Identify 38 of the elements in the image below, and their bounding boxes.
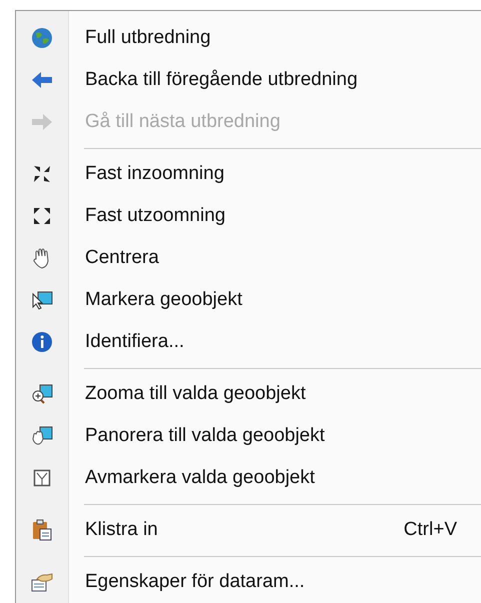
select-cursor-icon [31, 290, 53, 310]
info-icon [31, 331, 53, 353]
menu-item-label: Panorera till valda geoobjekt [85, 425, 325, 447]
clear-selection-icon [33, 469, 51, 487]
menu-item[interactable]: Klistra in Ctrl+V [16, 509, 481, 551]
zoom-to-selection-icon [31, 383, 53, 405]
menu-item-label: Fast utzoomning [85, 205, 226, 227]
zoom-out-arrows-icon [32, 206, 52, 226]
clipboard-icon [32, 519, 52, 541]
back-arrow-icon [31, 71, 53, 89]
menu-item-label: Centrera [85, 247, 159, 269]
menu-item[interactable]: Fast inzoomning [16, 153, 481, 195]
menu-item[interactable]: Full utbredning [16, 17, 481, 59]
menu-item-label: Full utbredning [85, 27, 211, 49]
menu-item-label: Avmarkera valda geoobjekt [85, 467, 315, 489]
zoom-in-arrows-icon [32, 164, 52, 184]
menu-item[interactable]: Backa till föregående utbredning [16, 59, 481, 101]
menu-item-label: Egenskaper för dataram... [85, 571, 305, 593]
menu-item[interactable]: Identifiera... [16, 321, 481, 363]
menu-item[interactable]: Avmarkera valda geoobjekt [16, 457, 481, 499]
forward-arrow-icon [31, 113, 53, 131]
menu-item[interactable]: Markera geoobjekt [16, 279, 481, 321]
menu-item-label: Markera geoobjekt [85, 289, 242, 311]
menu-item[interactable]: Centrera [16, 237, 481, 279]
globe-icon [31, 27, 53, 49]
menu-item-label: Fast inzoomning [85, 163, 224, 185]
menu-item-label: Identifiera... [85, 331, 184, 353]
menu-item-label: Backa till föregående utbredning [85, 69, 358, 91]
pan-to-selection-icon [31, 425, 53, 447]
menu-item-label: Zooma till valda geoobjekt [85, 383, 306, 405]
menu-item[interactable]: Fast utzoomning [16, 195, 481, 237]
menu-item-label: Klistra in [85, 519, 158, 541]
menu-item[interactable]: Egenskaper för dataram... [16, 561, 481, 603]
menu-item[interactable]: Panorera till valda geoobjekt [16, 415, 481, 457]
menu-item-label: Gå till nästa utbredning [85, 111, 280, 133]
properties-icon [31, 572, 53, 592]
menu-item[interactable]: Zooma till valda geoobjekt [16, 373, 481, 415]
shortcut-label: Ctrl+V [404, 519, 457, 541]
